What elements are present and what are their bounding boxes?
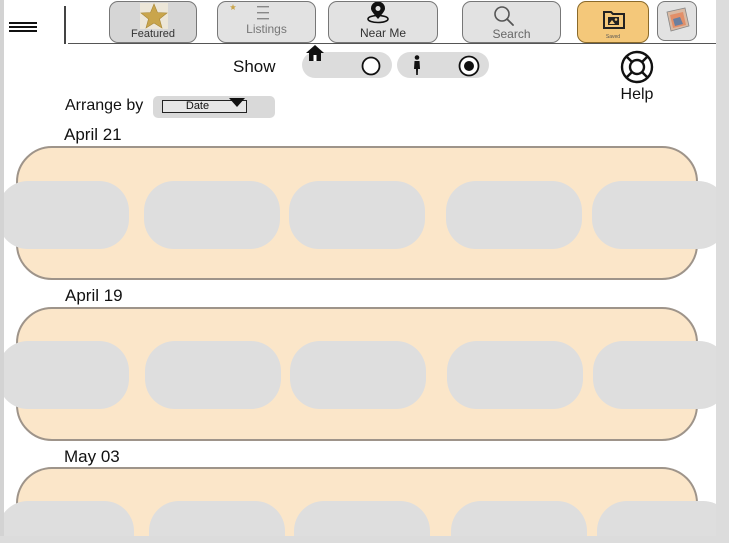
- lifebuoy-icon: [620, 50, 654, 84]
- listing-card[interactable]: [290, 341, 426, 409]
- help-label: Help: [620, 86, 654, 103]
- listing-card[interactable]: [451, 501, 587, 536]
- app-canvas: Featured Listings Near Me Search Saved S…: [4, 0, 716, 536]
- list-icon: [257, 6, 269, 20]
- search-icon: [494, 6, 514, 26]
- listing-card[interactable]: [597, 501, 716, 536]
- person-radio-selected-icon[interactable]: [458, 55, 480, 77]
- listing-card[interactable]: [144, 181, 280, 249]
- listing-card[interactable]: [145, 341, 281, 409]
- listing-card[interactable]: [4, 501, 134, 536]
- star-icon: [140, 3, 168, 29]
- profile-image-icon: [666, 7, 690, 32]
- help-button[interactable]: Help: [614, 50, 660, 108]
- nav-featured-label: Featured: [130, 28, 176, 40]
- group-date-heading: April 19: [65, 286, 123, 305]
- nav-near-me-label: Near Me: [359, 26, 406, 40]
- location-pin-icon: [367, 2, 389, 24]
- listing-card[interactable]: [4, 341, 129, 409]
- nav-search-label: Search: [492, 27, 531, 41]
- listing-card[interactable]: [149, 501, 285, 536]
- group-date-heading: April 21: [64, 125, 122, 144]
- home-radio-icon[interactable]: [361, 56, 381, 76]
- nav-underline: [68, 43, 716, 44]
- person-icon: [414, 55, 420, 75]
- show-home-toggle[interactable]: [302, 45, 392, 78]
- listing-card[interactable]: [447, 341, 583, 409]
- header-divider: [64, 6, 66, 44]
- nav-profile-button[interactable]: [657, 1, 697, 41]
- show-person-toggle[interactable]: [397, 52, 489, 78]
- arrange-by-dropdown[interactable]: Date: [153, 96, 275, 118]
- arrange-by-label: Arrange by: [65, 97, 144, 114]
- small-star-icon: [230, 4, 236, 10]
- listing-card[interactable]: [592, 181, 716, 249]
- hamburger-menu-icon[interactable]: [9, 22, 37, 36]
- nav-featured-button[interactable]: Featured: [109, 1, 197, 43]
- listing-card[interactable]: [446, 181, 582, 249]
- nav-near-me-button[interactable]: Near Me: [328, 1, 438, 43]
- bottom-shadow: [0, 536, 729, 543]
- show-label: Show: [233, 57, 276, 76]
- listing-card[interactable]: [4, 181, 129, 249]
- saved-folder-icon: [603, 11, 625, 29]
- right-shadow: [716, 0, 729, 543]
- listing-card[interactable]: [593, 341, 716, 409]
- home-icon: [306, 45, 324, 61]
- nav-listings-button[interactable]: Listings: [217, 1, 316, 43]
- dropdown-arrow-icon: [229, 98, 245, 107]
- group-date-heading: May 03: [64, 447, 120, 466]
- nav-listings-label: Listings: [246, 22, 287, 36]
- listing-card[interactable]: [289, 181, 425, 249]
- listing-card[interactable]: [294, 501, 430, 536]
- nav-search-button[interactable]: Search: [462, 1, 561, 43]
- nav-saved-label: Saved: [605, 34, 621, 40]
- nav-saved-button[interactable]: Saved: [577, 1, 649, 43]
